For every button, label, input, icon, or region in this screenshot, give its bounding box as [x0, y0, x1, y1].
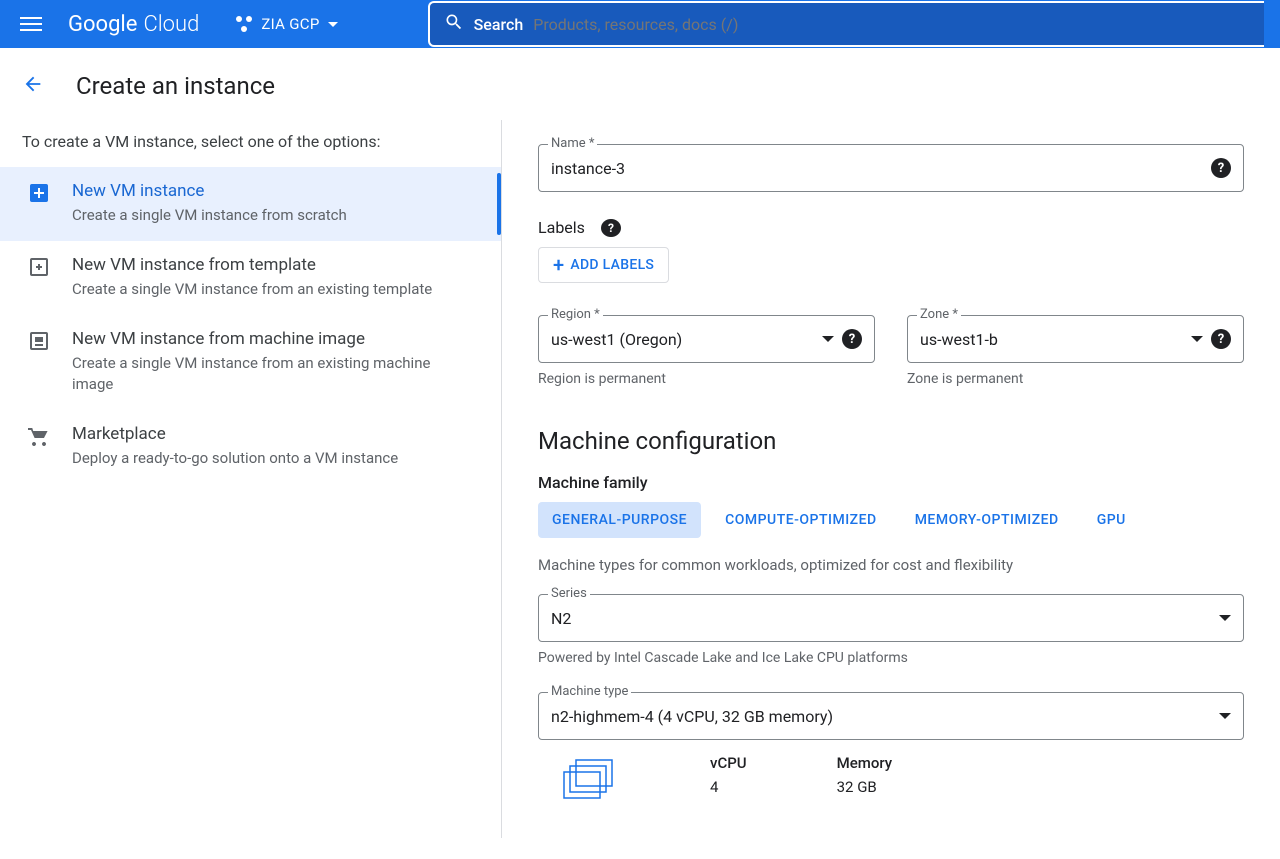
option-title: Marketplace	[72, 424, 475, 444]
machine-config-heading: Machine configuration	[538, 427, 1244, 455]
logo-text-b: Cloud	[143, 12, 199, 37]
plus-icon: +	[553, 255, 564, 275]
zone-value: us-west1-b	[920, 330, 1183, 349]
vcpu-value: 4	[710, 778, 747, 796]
name-label: Name *	[548, 136, 597, 151]
project-icon	[235, 15, 253, 33]
option-title: New VM instance from template	[72, 255, 475, 275]
tab-memory-optimized[interactable]: MEMORY-OPTIMIZED	[901, 502, 1073, 538]
option-title: New VM instance	[72, 181, 475, 201]
search-icon	[444, 12, 464, 36]
help-icon[interactable]: ?	[601, 219, 621, 237]
project-name: ZIA GCP	[261, 15, 319, 33]
name-input[interactable]	[551, 159, 1203, 178]
tab-description: Machine types for common workloads, opti…	[538, 556, 1244, 574]
add-labels-text: ADD LABELS	[570, 257, 654, 273]
template-icon	[26, 255, 52, 301]
memory-value: 32 GB	[837, 778, 893, 796]
search-bar[interactable]: Search	[428, 1, 1264, 47]
region-label: Region *	[548, 307, 603, 322]
search-label: Search	[474, 15, 524, 34]
option-sub: Create a single VM instance from an exis…	[72, 279, 475, 301]
add-labels-button[interactable]: + ADD LABELS	[538, 247, 669, 283]
option-from-image[interactable]: New VM instance from machine image Creat…	[0, 315, 501, 411]
help-icon[interactable]: ?	[842, 329, 862, 349]
help-icon[interactable]: ?	[1211, 158, 1231, 178]
machine-type-select[interactable]: n2-highmem-4 (4 vCPU, 32 GB memory)	[538, 692, 1244, 740]
region-select[interactable]: us-west1 (Oregon) ?	[538, 315, 875, 363]
help-icon[interactable]: ?	[1211, 329, 1231, 349]
logo-text-a: Google	[68, 12, 137, 37]
search-input[interactable]	[533, 15, 1250, 34]
option-sub: Create a single VM instance from an exis…	[72, 353, 475, 397]
memory-label: Memory	[837, 754, 893, 772]
series-hint: Powered by Intel Cascade Lake and Ice La…	[538, 650, 1244, 666]
cart-icon	[26, 424, 52, 470]
chevron-down-icon	[1219, 615, 1231, 621]
cube-icon	[544, 754, 620, 814]
region-hint: Region is permanent	[538, 371, 875, 387]
option-new-vm[interactable]: New VM instance Create a single VM insta…	[0, 167, 501, 241]
page-title: Create an instance	[76, 72, 275, 100]
tab-compute-optimized[interactable]: COMPUTE-OPTIMIZED	[711, 502, 891, 538]
back-arrow-icon[interactable]	[22, 73, 44, 99]
option-title: New VM instance from machine image	[72, 329, 475, 349]
machine-family-label: Machine family	[538, 473, 1244, 492]
chevron-down-icon	[1219, 713, 1231, 719]
series-value: N2	[551, 609, 1211, 628]
zone-label: Zone *	[917, 307, 961, 322]
option-sub: Deploy a ready-to-go solution onto a VM …	[72, 448, 475, 470]
machine-type-label: Machine type	[548, 684, 631, 699]
vcpu-label: vCPU	[710, 754, 747, 772]
option-from-template[interactable]: New VM instance from template Create a s…	[0, 241, 501, 315]
tab-gpu[interactable]: GPU	[1083, 502, 1140, 538]
sidebar-hint: To create a VM instance, select one of t…	[0, 132, 501, 167]
zone-select[interactable]: us-west1-b ?	[907, 315, 1244, 363]
tab-general-purpose[interactable]: GENERAL-PURPOSE	[538, 502, 701, 538]
machine-type-value: n2-highmem-4 (4 vCPU, 32 GB memory)	[551, 707, 1211, 726]
option-sub: Create a single VM instance from scratch	[72, 205, 475, 227]
logo[interactable]: Google Cloud	[68, 12, 199, 37]
zone-hint: Zone is permanent	[907, 371, 1244, 387]
project-selector[interactable]: ZIA GCP	[235, 15, 337, 33]
labels-label: Labels	[538, 218, 585, 237]
menu-icon[interactable]	[16, 13, 46, 35]
chevron-down-icon	[328, 22, 338, 27]
machine-image-icon	[26, 329, 52, 397]
chevron-down-icon	[822, 336, 834, 342]
series-select[interactable]: N2	[538, 594, 1244, 642]
region-value: us-west1 (Oregon)	[551, 330, 814, 349]
chevron-down-icon	[1191, 336, 1203, 342]
series-label: Series	[548, 586, 590, 601]
option-marketplace[interactable]: Marketplace Deploy a ready-to-go solutio…	[0, 410, 501, 484]
plus-box-icon	[26, 181, 52, 227]
